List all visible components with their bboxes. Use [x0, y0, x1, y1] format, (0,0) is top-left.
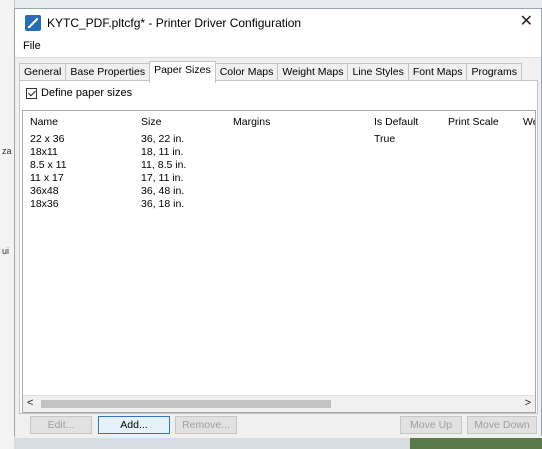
column-header-size[interactable]: Size [141, 116, 161, 130]
cell-size: 36, 18 in. [141, 198, 185, 210]
cell-is-default: True [374, 133, 396, 145]
cell-size: 11, 8.5 in. [141, 159, 187, 171]
horizontal-scrollbar[interactable]: < > [23, 395, 535, 412]
table-row[interactable]: 8.5 x 11 11, 8.5 in. [23, 159, 535, 171]
cell-name: 18x11 [30, 146, 58, 158]
scrollbar-thumb[interactable] [41, 400, 331, 408]
table-row[interactable]: 22 x 36 36, 22 in. True [23, 133, 535, 145]
app-icon [25, 15, 41, 31]
scroll-left-arrow-icon[interactable]: < [27, 397, 33, 409]
define-paper-sizes-label: Define paper sizes [41, 87, 133, 99]
cell-name: 11 x 17 [30, 172, 64, 184]
cell-name: 22 x 36 [30, 133, 65, 145]
printer-driver-config-window: KYTC_PDF.pltcfg* - Printer Driver Config… [14, 8, 542, 438]
cell-name: 36x48 [30, 185, 59, 197]
table-row[interactable]: 11 x 17 17, 11 in. [23, 172, 535, 184]
menu-file[interactable]: File [23, 40, 41, 52]
scroll-right-arrow-icon[interactable]: > [525, 397, 531, 409]
tab-strip: General Base Properties Paper Sizes Colo… [19, 61, 522, 83]
move-down-button[interactable]: Move Down [467, 416, 537, 434]
cell-size: 36, 22 in. [141, 133, 185, 145]
window-title: KYTC_PDF.pltcfg* - Printer Driver Config… [47, 16, 302, 30]
table-row[interactable]: 36x48 36, 48 in. [23, 185, 535, 197]
column-header-margins[interactable]: Margins [233, 116, 270, 130]
background-text: za [2, 146, 12, 156]
close-button[interactable]: ✕ [520, 12, 533, 32]
table-row[interactable]: 18x11 18, 11 in. [23, 146, 535, 158]
remove-button[interactable]: Remove... [175, 416, 237, 434]
cell-size: 36, 48 in. [141, 185, 185, 197]
cell-name: 8.5 x 11 [30, 159, 67, 171]
edit-button[interactable]: Edit... [30, 416, 92, 434]
add-button[interactable]: Add... [98, 416, 170, 434]
column-header-weight[interactable]: Wei [523, 116, 535, 130]
menu-bar: File [15, 38, 541, 56]
define-paper-sizes-checkbox[interactable] [26, 87, 37, 99]
define-paper-sizes-row[interactable]: Define paper sizes [26, 87, 132, 99]
title-bar: KYTC_PDF.pltcfg* - Printer Driver Config… [15, 9, 541, 37]
paper-sizes-panel: Define paper sizes Name Size Margins Is … [19, 80, 538, 414]
cell-size: 18, 11 in. [141, 146, 184, 158]
dialog-client-area: General Base Properties Paper Sizes Colo… [15, 57, 541, 438]
table-row[interactable]: 18x36 36, 18 in. [23, 198, 535, 210]
cell-name: 18x36 [30, 198, 59, 210]
column-header-name[interactable]: Name [30, 116, 58, 130]
background-app-edge: za ui [0, 0, 15, 449]
move-up-button[interactable]: Move Up [400, 416, 462, 434]
background-image-strip [410, 438, 542, 449]
column-header-print-scale[interactable]: Print Scale [448, 116, 499, 130]
cell-size: 17, 11 in. [141, 172, 184, 184]
column-header-is-default[interactable]: Is Default [374, 116, 418, 130]
background-text: ui [2, 246, 10, 256]
tab-paper-sizes[interactable]: Paper Sizes [149, 61, 216, 83]
paper-sizes-list[interactable]: Name Size Margins Is Default Print Scale… [22, 110, 536, 413]
